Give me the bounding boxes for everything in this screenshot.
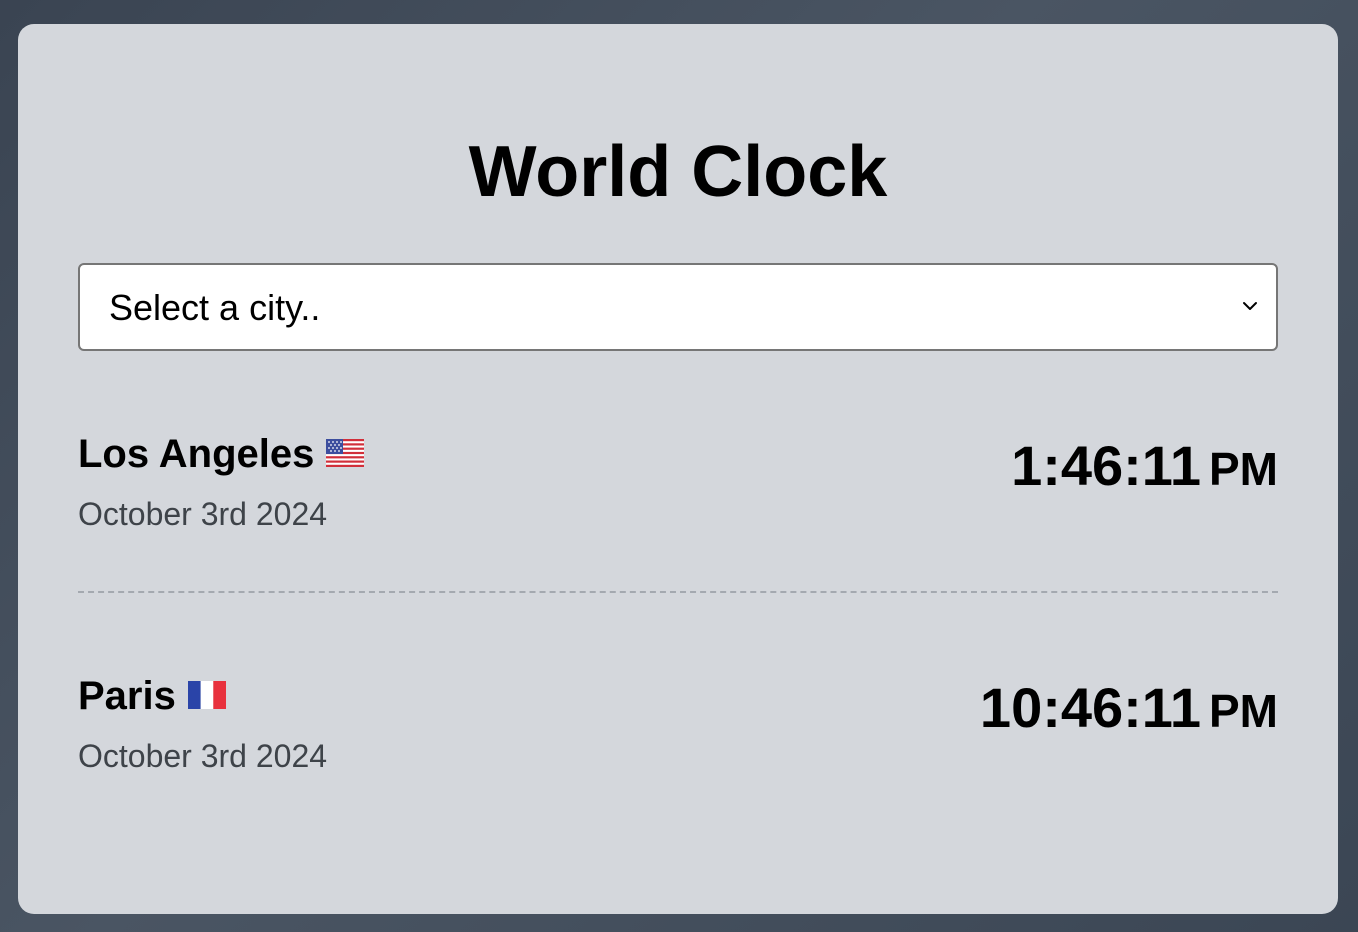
city-name-heading: Los Angeles — [78, 428, 365, 480]
us-flag-icon — [326, 439, 365, 468]
city-time: 1:46:11 PM — [1011, 434, 1278, 501]
time-ampm: PM — [1209, 443, 1278, 495]
time-ampm: PM — [1209, 685, 1278, 737]
france-flag-icon — [187, 681, 226, 710]
city-divider — [78, 591, 1278, 593]
city-time: 10:46:11 PM — [980, 676, 1278, 743]
world-clock-card: World Clock Select a city.. Los Angeles — [18, 24, 1338, 914]
city-select[interactable]: Select a city.. — [78, 263, 1278, 351]
city-name-label: Los Angeles — [78, 432, 315, 476]
city-date: October 3rd 2024 — [78, 738, 328, 774]
city-name-label: Paris — [78, 674, 176, 718]
city-name-heading: Paris — [78, 670, 226, 722]
time-digits: 10:46:11 — [979, 676, 1201, 739]
city-select-value: Select a city.. — [109, 287, 321, 328]
chevron-down-icon — [1243, 302, 1257, 310]
city-row-los-angeles: Los Angeles October 3rd 2024 1:46:11 PM — [78, 428, 1278, 548]
page-title: World Clock — [468, 132, 888, 212]
time-digits: 1:46:11 — [1011, 434, 1201, 497]
city-row-paris: Paris October 3rd 2024 10:46:11 PM — [78, 670, 1278, 790]
city-date: October 3rd 2024 — [78, 496, 328, 532]
